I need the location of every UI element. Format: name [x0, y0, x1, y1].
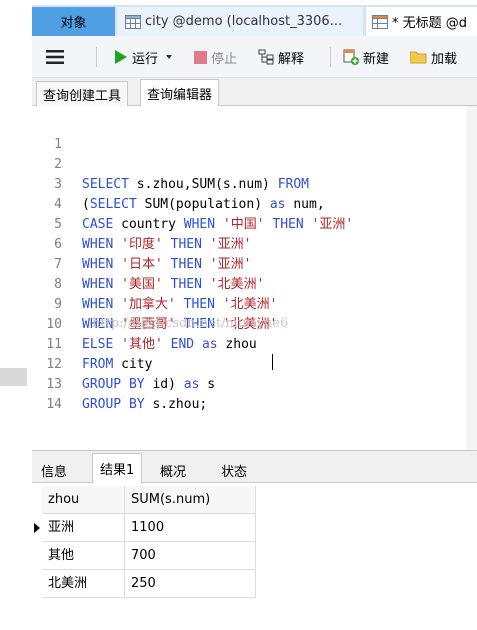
column-header-zhou[interactable]: zhou: [42, 486, 125, 514]
sql-editor[interactable]: 1 2 SELECT s.zhou,SUM(s.num) FROM 3 (SEL…: [32, 106, 477, 450]
toolbar-separator: [96, 47, 97, 67]
editor-scrollbar[interactable]: [466, 106, 477, 450]
code-line: 11 FROM city: [32, 315, 152, 372]
tab-overview-label: 概况: [160, 464, 187, 480]
left-panel-selection: [0, 368, 27, 386]
code-line: 1: [32, 115, 63, 152]
code-line: 2 SELECT s.zhou,SUM(s.num) FROM: [32, 135, 309, 192]
tab-overview[interactable]: 概况: [153, 457, 193, 483]
tab-untitled-query[interactable]: * 无标题 @d: [366, 7, 477, 36]
load-label: 加载: [431, 51, 458, 67]
watermark-text: http://blog.csdn.net/muriyue6: [92, 316, 289, 331]
tab-status-label: 状态: [221, 464, 248, 480]
tab-city-table[interactable]: city @demo (localhost_3306...: [117, 7, 363, 36]
text-cursor: [272, 354, 273, 370]
grid-cell[interactable]: 其他: [42, 542, 125, 570]
tab-result-1-label: 结果1: [100, 463, 135, 478]
tab-query-editor[interactable]: 查询编辑器: [140, 79, 220, 107]
tab-info-label: 信息: [41, 464, 68, 480]
grid-header-row: zhou SUM(s.num): [32, 486, 256, 514]
explain-button[interactable]: 解释: [258, 46, 304, 68]
code-line: 14: [32, 375, 63, 412]
explain-icon: [258, 49, 274, 65]
code-line: 7 WHEN '美国' THEN '北美洲': [32, 235, 264, 292]
grid-cell[interactable]: 1100: [125, 514, 256, 542]
tab-untitled-label: * 无标题 @d: [392, 16, 468, 31]
tab-query-builder[interactable]: 查询创建工具: [36, 81, 129, 106]
folder-icon: [410, 51, 427, 64]
grid-cell[interactable]: 250: [125, 570, 256, 598]
tab-result-1[interactable]: 结果1: [92, 453, 143, 484]
code-line: 6 WHEN '日本' THEN '亚洲': [32, 215, 251, 272]
code-line: 3 (SELECT SUM(population) as num,: [32, 155, 324, 212]
query-toolbar: 运行 停止 解释 新建 加载: [32, 36, 477, 78]
code-line: 13 GROUP BY s.zhou;: [32, 355, 207, 412]
new-button[interactable]: 新建: [343, 46, 389, 68]
current-row-pointer-icon: [34, 523, 40, 533]
column-header-sum[interactable]: SUM(s.num): [125, 486, 256, 514]
toolbar-separator: [330, 47, 331, 67]
tab-query-builder-label: 查询创建工具: [43, 88, 122, 104]
stop-icon: [194, 50, 207, 64]
menu-button[interactable]: [46, 46, 68, 68]
document-tab-bar: 对象 city @demo (localhost_3306... * 无标题 @…: [32, 5, 477, 36]
line-number: 14: [46, 397, 62, 412]
run-label: 运行: [132, 51, 159, 67]
caret-down-icon: [166, 55, 173, 59]
stop-button[interactable]: 停止: [194, 46, 237, 68]
query-icon: [372, 14, 388, 29]
table-icon: [125, 14, 141, 29]
run-button[interactable]: 运行: [114, 46, 178, 68]
table-row[interactable]: 亚洲 1100: [32, 514, 256, 542]
tab-objects-label: 对象: [60, 16, 87, 31]
new-label: 新建: [363, 51, 390, 67]
code-line: 5 WHEN '印度' THEN '亚洲': [32, 195, 251, 252]
grid-cell[interactable]: 亚洲: [42, 514, 125, 542]
code-line: 10 ELSE '其他' END as zhou: [32, 295, 256, 352]
code-line: 4 CASE country WHEN '中国' THEN '亚洲': [32, 175, 353, 232]
tab-objects[interactable]: 对象: [32, 7, 115, 36]
load-button[interactable]: 加载: [410, 46, 457, 68]
new-query-icon: [343, 49, 359, 65]
table-row[interactable]: 其他 700: [32, 542, 256, 570]
result-tabs: 信息 结果1 概况 状态: [32, 450, 477, 484]
tab-city-label: city @demo (localhost_3306...: [145, 14, 343, 29]
explain-label: 解释: [278, 51, 305, 67]
tab-info[interactable]: 信息: [34, 457, 74, 483]
code-line: 9 WHEN '墨西哥' THEN '北美洲': [32, 275, 277, 332]
grid-cell[interactable]: 北美洲: [42, 570, 125, 598]
grid-cell[interactable]: 700: [125, 542, 256, 570]
table-row[interactable]: 北美洲 250: [32, 570, 256, 598]
play-icon: [115, 50, 127, 64]
left-panel-strip: [0, 0, 32, 630]
tab-query-editor-label: 查询编辑器: [147, 87, 213, 103]
hamburger-icon: [46, 50, 64, 64]
code-line: 12 GROUP BY id) as s: [32, 335, 215, 392]
query-mode-tabs: 查询创建工具 查询编辑器: [32, 78, 477, 107]
stop-label: 停止: [211, 51, 238, 67]
code-line: 8 WHEN '加拿大' THEN '北美洲': [32, 255, 277, 312]
tab-status[interactable]: 状态: [214, 457, 254, 483]
